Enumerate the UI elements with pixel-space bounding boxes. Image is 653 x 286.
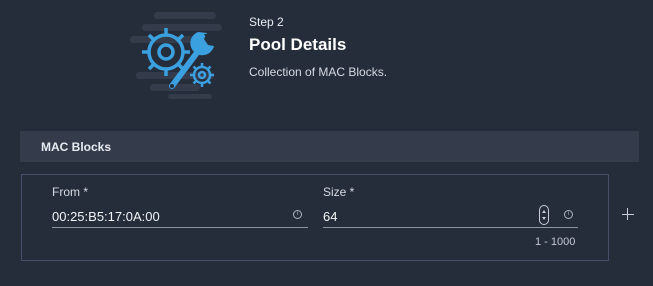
- step-header: Step 2 Pool Details Collection of MAC Bl…: [0, 0, 653, 125]
- size-stepper[interactable]: [539, 205, 549, 225]
- settings-wrench-icon: [130, 12, 222, 99]
- size-label: Size *: [323, 185, 355, 199]
- stepper-up-icon[interactable]: [542, 210, 546, 213]
- from-input[interactable]: 00:25:B5:17:0A:00: [52, 209, 160, 224]
- from-underline: [52, 227, 308, 228]
- from-info-icon[interactable]: i: [293, 210, 302, 219]
- size-input[interactable]: 64: [323, 209, 337, 224]
- section-header: MAC Blocks: [20, 131, 639, 162]
- page-description: Collection of MAC Blocks.: [249, 65, 388, 79]
- mac-block: From * 00:25:B5:17:0A:00 i Size * 64 i 1…: [21, 174, 609, 261]
- add-block-button[interactable]: [620, 206, 636, 222]
- size-underline: [323, 227, 578, 228]
- from-label: From *: [52, 185, 88, 199]
- size-info-icon[interactable]: i: [564, 210, 573, 219]
- step-label: Step 2: [249, 15, 284, 29]
- section-title: MAC Blocks: [41, 140, 112, 154]
- stepper-down-icon[interactable]: [542, 217, 546, 220]
- size-range-hint: 1 - 1000: [535, 236, 576, 248]
- page-title: Pool Details: [249, 35, 347, 54]
